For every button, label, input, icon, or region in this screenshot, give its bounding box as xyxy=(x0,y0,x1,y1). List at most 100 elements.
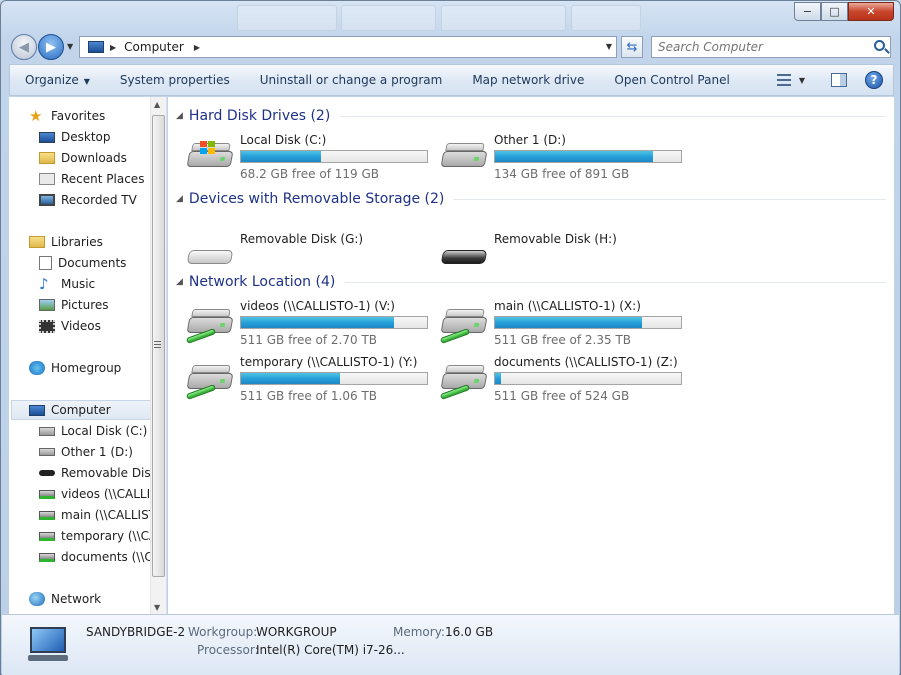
drive-item-local-disk-c[interactable]: Local Disk (C:) 68.2 GB free of 119 GB xyxy=(186,133,436,183)
nav-homegroup[interactable]: Homegroup xyxy=(29,358,121,378)
computer-icon xyxy=(29,404,45,416)
network-globe-icon xyxy=(29,592,45,606)
homegroup-icon xyxy=(29,361,45,375)
drive-item-temporary-y[interactable]: temporary (\\CALLISTO-1) (Y:) 511 GB fre… xyxy=(185,355,436,405)
nav-item-temporary-share[interactable]: temporary (\\CA xyxy=(39,526,151,546)
drive-item-videos-v[interactable]: videos (\\CALLISTO-1) (V:) 511 GB free o… xyxy=(185,299,436,349)
nav-item-label: Music xyxy=(61,277,96,291)
map-network-drive-button[interactable]: Map network drive xyxy=(457,73,599,87)
background-window-button xyxy=(237,5,337,31)
refresh-button[interactable]: ⇆ xyxy=(621,36,643,58)
computer-icon xyxy=(88,41,104,53)
nav-item-main-share[interactable]: main (\\CALLIST xyxy=(39,505,151,525)
address-history-dropdown-icon[interactable]: ▼ xyxy=(606,42,612,51)
search-icon[interactable] xyxy=(874,40,885,51)
nav-item-removable-disk[interactable]: Removable Disk ( xyxy=(39,463,151,483)
close-button[interactable]: ✕ xyxy=(848,2,894,21)
drive-name: Removable Disk (H:) xyxy=(494,232,617,246)
capacity-bar-fill xyxy=(495,373,501,384)
collapse-arrow-icon[interactable]: ◢ xyxy=(176,194,183,204)
nav-libraries[interactable]: Libraries xyxy=(29,232,103,252)
change-view-icon[interactable] xyxy=(776,73,791,87)
group-header-network-location[interactable]: ◢ Network Location (4) xyxy=(176,271,886,293)
view-options-dropdown-icon[interactable]: ▼ xyxy=(799,76,805,85)
drive-name: Other 1 (D:) xyxy=(494,133,566,147)
capacity-bar-fill xyxy=(241,373,340,384)
processor-label: Processor: xyxy=(197,643,259,657)
drive-name: documents (\\CALLISTO-1) (Z:) xyxy=(494,355,678,369)
open-control-panel-button[interactable]: Open Control Panel xyxy=(599,73,744,87)
navigation-row: ◀ ▶ ▼ ▶ Computer ▶ ▼ ⇆ xyxy=(9,34,894,60)
nav-item-local-disk-c[interactable]: Local Disk (C:) xyxy=(39,421,151,441)
organize-button[interactable]: Organize ▼ xyxy=(10,73,105,87)
group-divider xyxy=(345,281,886,283)
nav-item-desktop[interactable]: Desktop xyxy=(39,127,111,147)
help-button[interactable]: ? xyxy=(865,71,883,89)
minimize-button[interactable]: − xyxy=(794,2,821,21)
free-space-text: 511 GB free of 2.35 TB xyxy=(494,333,632,347)
removable-disk-icon xyxy=(39,470,55,476)
nav-item-label: Pictures xyxy=(61,298,109,312)
scroll-down-icon[interactable]: ▼ xyxy=(154,603,160,612)
memory-label: Memory: xyxy=(393,625,445,639)
drive-item-other-1-d[interactable]: Other 1 (D:) 134 GB free of 891 GB xyxy=(440,133,690,183)
chevron-down-icon: ▼ xyxy=(67,42,74,51)
drive-item-documents-z[interactable]: documents (\\CALLISTO-1) (Z:) 511 GB fre… xyxy=(439,355,690,405)
navigation-pane: ★ Favorites Desktop Downloads Recent Pla… xyxy=(9,97,167,614)
nav-favorites[interactable]: ★ Favorites xyxy=(29,106,105,126)
back-button[interactable]: ◀ xyxy=(11,34,37,60)
close-icon: ✕ xyxy=(866,5,876,18)
nav-item-label: Recorded TV xyxy=(61,193,137,207)
computer-name: SANDYBRIDGE-2 xyxy=(86,625,186,639)
downloads-folder-icon xyxy=(39,152,55,164)
nav-favorites-label: Favorites xyxy=(51,109,106,123)
nav-computer[interactable]: Computer xyxy=(11,400,151,420)
drive-name: videos (\\CALLISTO-1) (V:) xyxy=(240,299,395,313)
nav-item-documents[interactable]: Documents xyxy=(39,253,126,273)
system-properties-button[interactable]: System properties xyxy=(105,73,245,87)
nav-item-downloads[interactable]: Downloads xyxy=(39,148,127,168)
scroll-up-icon[interactable]: ▲ xyxy=(154,100,160,109)
nav-item-videos-share[interactable]: videos (\\CALLIST xyxy=(39,484,151,504)
free-space-text: 511 GB free of 524 GB xyxy=(494,389,630,403)
breadcrumb-computer[interactable]: Computer xyxy=(124,40,184,54)
forward-button[interactable]: ▶ xyxy=(38,34,64,60)
details-pane: SANDYBRIDGE-2 Workgroup: WORKGROUP Memor… xyxy=(2,614,899,675)
search-box[interactable] xyxy=(651,36,891,58)
maximize-icon: □ xyxy=(829,5,840,18)
group-header-removable-storage[interactable]: ◢ Devices with Removable Storage (2) xyxy=(176,188,886,210)
organize-label: Organize xyxy=(25,73,79,87)
nav-item-music[interactable]: ♪ Music xyxy=(39,274,95,294)
scrollbar-grip-icon xyxy=(154,341,161,348)
nav-item-recorded-tv[interactable]: Recorded TV xyxy=(39,190,137,210)
nav-libraries-label: Libraries xyxy=(51,235,103,249)
computer-icon xyxy=(26,623,70,665)
maximize-button[interactable]: □ xyxy=(821,2,848,21)
breadcrumb-separator-icon[interactable]: ▶ xyxy=(110,43,116,52)
network-drive-icon xyxy=(185,363,234,400)
nav-item-pictures[interactable]: Pictures xyxy=(39,295,109,315)
preview-pane-icon[interactable] xyxy=(831,73,847,87)
nav-network[interactable]: Network xyxy=(29,589,101,609)
collapse-arrow-icon[interactable]: ◢ xyxy=(176,111,183,121)
search-input[interactable] xyxy=(658,40,868,54)
address-bar[interactable]: ▶ Computer ▶ ▼ xyxy=(79,36,617,58)
drive-item-main-x[interactable]: main (\\CALLISTO-1) (X:) 511 GB free of … xyxy=(439,299,690,349)
uninstall-program-button[interactable]: Uninstall or change a program xyxy=(245,73,458,87)
free-space-text: 134 GB free of 891 GB xyxy=(494,167,630,181)
nav-item-videos[interactable]: Videos xyxy=(39,316,101,336)
nav-item-recent-places[interactable]: Recent Places xyxy=(39,169,144,189)
removable-disk-icon xyxy=(186,240,234,274)
group-title: Network Location (4) xyxy=(188,274,336,290)
explorer-window: − □ ✕ ◀ ▶ ▼ ▶ Computer ▶ ▼ ⇆ Organize ▼ S… xyxy=(0,0,901,675)
capacity-bar-fill xyxy=(241,317,394,328)
group-header-hard-disk-drives[interactable]: ◢ Hard Disk Drives (2) xyxy=(176,105,886,127)
group-divider xyxy=(454,198,886,200)
breadcrumb-separator-icon[interactable]: ▶ xyxy=(194,43,200,52)
recent-pages-dropdown[interactable]: ▼ xyxy=(67,42,73,51)
nav-item-other-1-d[interactable]: Other 1 (D:) xyxy=(39,442,151,462)
collapse-arrow-icon[interactable]: ◢ xyxy=(176,277,183,287)
nav-item-documents-share[interactable]: documents (\\CA xyxy=(39,547,151,567)
libraries-icon xyxy=(29,236,45,248)
nav-pane-scrollbar[interactable]: ▲ ▼ xyxy=(150,97,166,614)
